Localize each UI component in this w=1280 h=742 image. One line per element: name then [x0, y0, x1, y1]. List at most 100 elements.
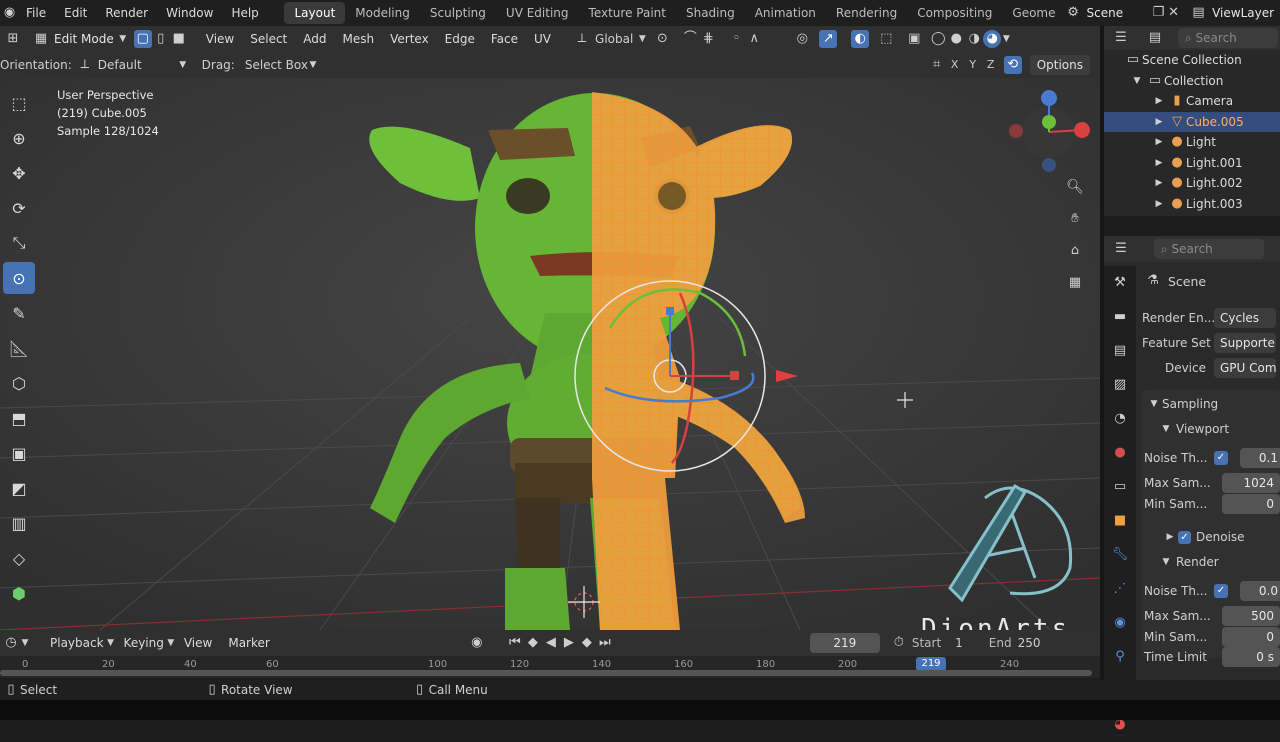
particles-tab-icon[interactable]: ⋰ [1111, 580, 1129, 598]
mode-icon[interactable]: ▦ [32, 30, 50, 48]
annotate-tool-icon[interactable]: ✎ [3, 297, 35, 329]
options-dropdown[interactable]: Options [1029, 55, 1090, 75]
timeline-editor-icon[interactable]: ◷ [2, 634, 20, 652]
menu-file[interactable]: File [17, 6, 55, 20]
mode-dropdown[interactable]: Edit Mode [50, 32, 118, 46]
viewport-subpanel-header[interactable]: ▼ Viewport [1160, 420, 1230, 438]
drag-dropdown[interactable]: Select Box [245, 58, 308, 72]
tab-sculpting[interactable]: Sculpting [420, 2, 496, 24]
r-min-samples-field[interactable]: 0 [1222, 627, 1280, 647]
scene-collection-row[interactable]: ▭ Scene Collection [1104, 50, 1280, 71]
delete-scene-icon[interactable]: ✕ [1166, 4, 1181, 22]
transform-orientation-dropdown[interactable]: Global [591, 32, 637, 46]
transform-orientation-icon[interactable]: ⟂ [573, 30, 591, 48]
checkbox-checked-icon[interactable]: ✓ [1214, 451, 1228, 465]
select-box-tool-icon[interactable]: ⬚ [3, 87, 35, 119]
properties-search-input[interactable]: ⌕ Search [1154, 239, 1264, 259]
tab-layout[interactable]: Layout [284, 2, 346, 24]
material-shading-icon[interactable]: ◑ [965, 30, 983, 48]
mirror-icon[interactable]: ⌗ [928, 56, 946, 74]
tab-modeling[interactable]: Modeling [345, 2, 420, 24]
object-tab-icon[interactable]: ■ [1111, 512, 1129, 530]
scene-name[interactable]: Scene [1081, 6, 1151, 20]
solid-shading-icon[interactable]: ● [947, 30, 965, 48]
loop-cut-tool-icon[interactable]: ▥ [3, 507, 35, 539]
current-frame-field[interactable]: 219 [809, 633, 880, 653]
tab-rendering[interactable]: Rendering [826, 2, 907, 24]
move-tool-icon[interactable]: ✥ [3, 157, 35, 189]
play-icon[interactable]: ▶ [560, 634, 578, 652]
blender-logo-icon[interactable]: ◉ [2, 4, 17, 22]
time-limit-field[interactable]: 0 s [1222, 647, 1280, 667]
pan-hand-icon[interactable]: ✋︎ [1066, 210, 1084, 228]
menu-add[interactable]: Add [295, 32, 334, 46]
vertex-select-icon[interactable]: ▢ [133, 30, 152, 48]
edge-select-icon[interactable]: ▯ [152, 30, 170, 48]
rotate-tool-icon[interactable]: ⟳ [3, 192, 35, 224]
visibility-icon[interactable]: ◎ [793, 30, 811, 48]
r-max-samples-field[interactable]: 500 [1222, 606, 1280, 626]
jump-next-keyframe-icon[interactable]: ◆ [578, 634, 596, 652]
denoise-checkbox[interactable]: ✓ [1178, 530, 1191, 544]
view-layer-name[interactable]: ViewLayer [1206, 6, 1280, 20]
snap-icon[interactable]: ⌒ [681, 30, 699, 48]
tab-animation[interactable]: Animation [745, 2, 826, 24]
jump-start-icon[interactable]: ⏮ [506, 634, 524, 652]
measure-tool-icon[interactable]: 📐︎ [3, 332, 35, 364]
editor-type-icon[interactable]: ⊞ [4, 30, 22, 48]
poly-build-tool-icon[interactable]: ⬢ [3, 577, 35, 609]
sampling-panel-header[interactable]: ▼ Sampling [1148, 395, 1219, 413]
bevel-tool-icon[interactable]: ◩ [3, 472, 35, 504]
menu-vertex[interactable]: Vertex [382, 32, 437, 46]
render-tab-icon[interactable]: ▬ [1111, 308, 1129, 326]
menu-uv[interactable]: UV [526, 32, 559, 46]
gizmo-toggle-icon[interactable]: ↗ [819, 30, 838, 48]
modifier-tab-icon[interactable]: 🔧︎ [1111, 546, 1129, 564]
physics-tab-icon[interactable]: ◉ [1111, 614, 1129, 632]
timeline-ruler[interactable]: 0 20 40 60 100 120 140 160 180 200 219 2… [0, 656, 1100, 678]
vp-noise-threshold-field[interactable]: 0.1 [1240, 448, 1280, 468]
auto-merge-icon[interactable]: ⟲ [1003, 56, 1022, 74]
display-mode-icon[interactable]: ▤ [1146, 29, 1164, 47]
checkbox-checked-icon[interactable]: ✓ [1214, 584, 1228, 598]
start-field[interactable]: 1 [955, 636, 963, 650]
camera-view-icon[interactable]: ⌂ [1066, 242, 1084, 260]
constraints-tab-icon[interactable]: ⚲ [1111, 648, 1129, 666]
menu-help[interactable]: Help [222, 6, 267, 20]
rendered-shading-icon[interactable]: ◕ [983, 30, 1002, 48]
end-field[interactable]: 250 [1018, 636, 1041, 650]
jump-end-icon[interactable]: ⏭ [596, 634, 614, 652]
overlays-icon[interactable]: ◐ [851, 30, 870, 48]
new-scene-icon[interactable]: ❐ [1151, 4, 1166, 22]
knife-tool-icon[interactable]: ◇ [3, 542, 35, 574]
scene-icon[interactable]: ⚙ [1066, 4, 1081, 22]
mirror-y-toggle[interactable]: Y [964, 56, 982, 74]
menu-window[interactable]: Window [157, 6, 222, 20]
outliner-item-cube[interactable]: ▶ ▽ Cube.005 [1104, 111, 1280, 132]
collection-row[interactable]: ▼ ▭ Collection [1104, 71, 1280, 92]
grid-projection-icon[interactable]: ▦ [1066, 274, 1084, 292]
falloff-icon[interactable]: ∧ [745, 30, 763, 48]
menu-keying[interactable]: Keying [116, 636, 172, 650]
scale-tool-icon[interactable]: ⤡ [3, 227, 35, 259]
tab-texture-paint[interactable]: Texture Paint [579, 2, 676, 24]
outliner-search-input[interactable]: ⌕ Search [1178, 28, 1278, 48]
outliner-item-light-002[interactable]: ▶ ● Light.002 [1104, 173, 1280, 194]
pivot-point-icon[interactable]: ⊙ [653, 30, 671, 48]
proportional-edit-icon[interactable]: ◦ [727, 30, 745, 48]
feature-set-dropdown[interactable]: Supporte [1214, 333, 1276, 353]
view-layer-icon[interactable]: ▤ [1191, 4, 1206, 22]
mesh-edit-overlays-icon[interactable]: ⬚ [877, 30, 895, 48]
auto-keying-icon[interactable]: ◉ [468, 634, 486, 652]
cursor-tool-icon[interactable]: ⊕ [3, 122, 35, 154]
menu-face[interactable]: Face [483, 32, 526, 46]
tab-geometry-nodes[interactable]: Geome [1002, 2, 1065, 24]
inset-tool-icon[interactable]: ▣ [3, 437, 35, 469]
menu-playback[interactable]: Playback [42, 636, 112, 650]
snap-target-icon[interactable]: ⋕ [699, 30, 717, 48]
world-tab-icon[interactable]: ● [1111, 444, 1129, 462]
shading-options-icon[interactable]: ▼ [1001, 30, 1011, 48]
menu-edge[interactable]: Edge [437, 32, 483, 46]
3d-viewport[interactable]: User Perspective (219) Cube.005 Sample 1… [0, 78, 1100, 630]
menu-select[interactable]: Select [242, 32, 295, 46]
